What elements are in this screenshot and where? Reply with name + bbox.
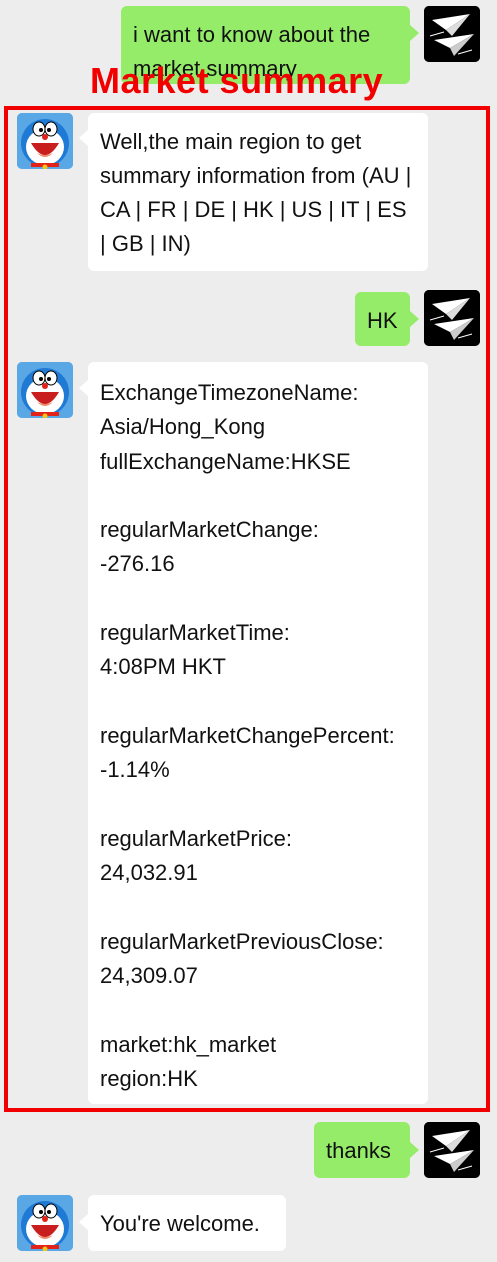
paper-planes-icon[interactable]: [424, 6, 480, 62]
doraemon-icon[interactable]: [17, 362, 73, 418]
doraemon-icon[interactable]: [17, 1195, 73, 1251]
bubble-tail: [79, 1214, 88, 1230]
user-message-bubble[interactable]: HK: [355, 292, 410, 346]
bubble-tail: [79, 130, 88, 146]
annotation-label: Market summary: [90, 60, 384, 101]
bot-message-bubble[interactable]: You're welcome.: [88, 1195, 286, 1251]
paper-planes-icon[interactable]: [424, 1122, 480, 1178]
bubble-tail: [410, 1142, 419, 1158]
bot-message-bubble[interactable]: ExchangeTimezoneName: Asia/Hong_Kong ful…: [88, 362, 428, 1104]
doraemon-icon[interactable]: [17, 113, 73, 169]
bot-message-bubble[interactable]: Well,the main region to get summary info…: [88, 113, 428, 271]
paper-planes-icon[interactable]: [424, 290, 480, 346]
user-message-bubble[interactable]: thanks: [314, 1122, 410, 1178]
bubble-tail: [410, 25, 419, 41]
bubble-tail: [79, 380, 88, 396]
bubble-tail: [410, 311, 419, 327]
